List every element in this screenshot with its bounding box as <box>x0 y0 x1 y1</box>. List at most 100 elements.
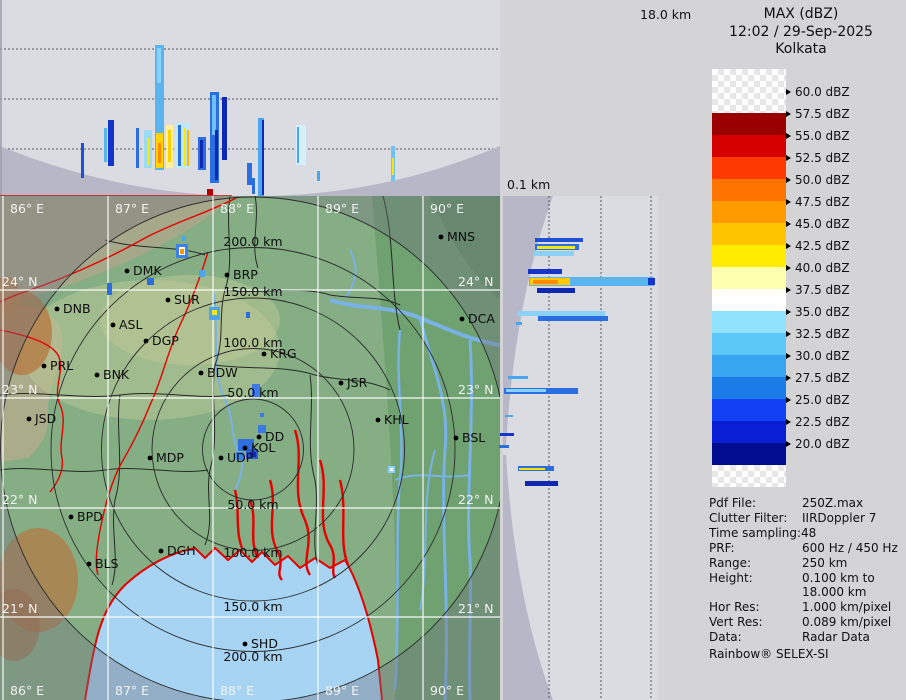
city-dot <box>26 416 32 422</box>
radar-echo-column <box>297 127 299 163</box>
legend-band <box>712 113 786 135</box>
city-dot <box>459 316 465 322</box>
city-dot <box>94 372 100 378</box>
radar-echo-column <box>184 128 186 166</box>
legend-label-text: 60.0 dBZ <box>795 85 850 99</box>
legend-band-transparent <box>712 465 786 487</box>
radar-echo-column <box>157 48 161 83</box>
meta-label: Range: <box>709 555 752 570</box>
radar-echo-column <box>187 130 189 166</box>
legend-tick-arrow-icon <box>786 89 791 95</box>
legend-label-text: 27.5 dBZ <box>795 371 850 385</box>
side-height-profile-panel <box>499 196 658 700</box>
legend-tick-arrow-icon <box>786 133 791 139</box>
city-label: MDP <box>156 450 184 465</box>
ring-label: 150.0 km <box>223 284 282 299</box>
legend-tick-arrow-icon <box>786 265 791 271</box>
lat-label: 22° N <box>458 492 493 507</box>
legend-band <box>712 333 786 355</box>
legend-label-text: 35.0 dBZ <box>795 305 850 319</box>
legend-label: 52.5 dBZ <box>786 151 850 165</box>
meta-value: 0.089 km/pixel <box>802 615 892 630</box>
city-label: BNK <box>103 367 130 382</box>
top-height-profile-panel <box>0 0 500 196</box>
legend-band-transparent <box>712 69 786 113</box>
legend-band <box>712 377 786 399</box>
radar-echo-cell <box>212 310 217 315</box>
top-panel-left-edge <box>0 0 2 196</box>
legend-label-text: 20.0 dBZ <box>795 437 850 451</box>
legend-label: 60.0 dBZ <box>786 85 850 99</box>
product-datetime: 12:02 / 29-Sep-2025 <box>729 23 873 40</box>
legend-label: 57.5 dBZ <box>786 107 850 121</box>
radar-app-window: 86° E 86° E 87° E 87° E 88° E 88° E 89° E 89° E… <box>0 0 906 700</box>
city-label: KHL <box>384 412 409 427</box>
meta-row: Range: 250 km <box>709 556 906 571</box>
legend-label: 27.5 dBZ <box>786 371 850 385</box>
legend-label-text: 42.5 dBZ <box>795 239 850 253</box>
radar-echo-row <box>528 269 562 274</box>
radar-echo-column <box>168 130 171 162</box>
city-dot <box>68 514 74 520</box>
product-metadata: Pdf File: 250Z.max Clutter Filter: IIRDoppl… <box>709 496 906 662</box>
legend-band <box>712 135 786 157</box>
radar-echo-row <box>508 376 528 379</box>
legend-tick-arrow-icon <box>786 419 791 425</box>
legend-tick-arrow-icon <box>786 287 791 293</box>
radar-echo-row <box>525 481 558 486</box>
legend-label: 37.5 dBZ <box>786 283 850 297</box>
legend-tick-arrow-icon <box>786 221 791 227</box>
legend-tick-arrow-icon <box>786 397 791 403</box>
legend-tick-arrow-icon <box>786 309 791 315</box>
lon-label: 88° E <box>220 683 254 698</box>
legend-tick-arrow-icon <box>786 177 791 183</box>
legend-label: 50.0 dBZ <box>786 173 850 187</box>
legend-tick-arrow-icon <box>786 375 791 381</box>
legend-label-text: 45.0 dBZ <box>795 217 850 231</box>
radar-echo-row <box>519 468 545 470</box>
radar-echo-cell <box>180 249 184 254</box>
metadata-rows: Pdf File: 250Z.max Clutter Filter: IIRDoppl… <box>709 496 906 645</box>
min-height-label: 0.1 km <box>507 177 551 192</box>
radar-echo-column <box>207 189 213 195</box>
legend-tick-arrow-icon <box>786 353 791 359</box>
radar-echo-column <box>108 120 114 166</box>
lat-label: 21° N <box>2 601 37 616</box>
city-label: BRP <box>233 267 258 282</box>
legend-label: 30.0 dBZ <box>786 349 850 363</box>
radar-echo-cell <box>199 270 205 277</box>
city-dot <box>165 297 171 303</box>
legend-label: 22.5 dBZ <box>786 415 850 429</box>
legend-label: 32.5 dBZ <box>786 327 850 341</box>
meta-value: 0.100 km to <box>802 570 875 585</box>
city-label: BSL <box>462 430 485 445</box>
city-label: JSD <box>34 411 56 426</box>
lon-label: 90° E <box>430 201 464 216</box>
lon-label: 89° E <box>325 201 359 216</box>
city-dot <box>158 548 164 554</box>
legend-band <box>712 311 786 333</box>
legend-label-text: 22.5 dBZ <box>795 415 850 429</box>
radar-echo-row <box>534 251 574 256</box>
city-dot <box>453 435 459 441</box>
lon-label: 87° E <box>115 683 149 698</box>
city-dot <box>198 370 204 376</box>
city-dot <box>54 306 60 312</box>
meta-value: 18.000 km <box>802 585 867 600</box>
city-label: DCA <box>468 311 495 326</box>
meta-row: PRF: 600 Hz / 450 Hz <box>709 541 906 556</box>
city-label: BDW <box>207 365 238 380</box>
lon-label: 86° E <box>10 683 44 698</box>
ring-label: 200.0 km <box>223 649 282 664</box>
city-label: KOL <box>251 440 275 455</box>
meta-value: 1.000 km/pixel <box>802 600 892 615</box>
meta-label: Height: <box>709 570 753 585</box>
meta-value: Radar Data <box>802 630 870 645</box>
ring-label: 50.0 km <box>227 497 278 512</box>
city-dot <box>41 363 47 369</box>
radar-echo-column <box>252 178 255 194</box>
legend-color-scale <box>712 69 786 487</box>
legend-label-text: 52.5 dBZ <box>795 151 850 165</box>
legend-label-text: 55.0 dBZ <box>795 129 850 143</box>
radar-echo-cell <box>246 312 250 318</box>
